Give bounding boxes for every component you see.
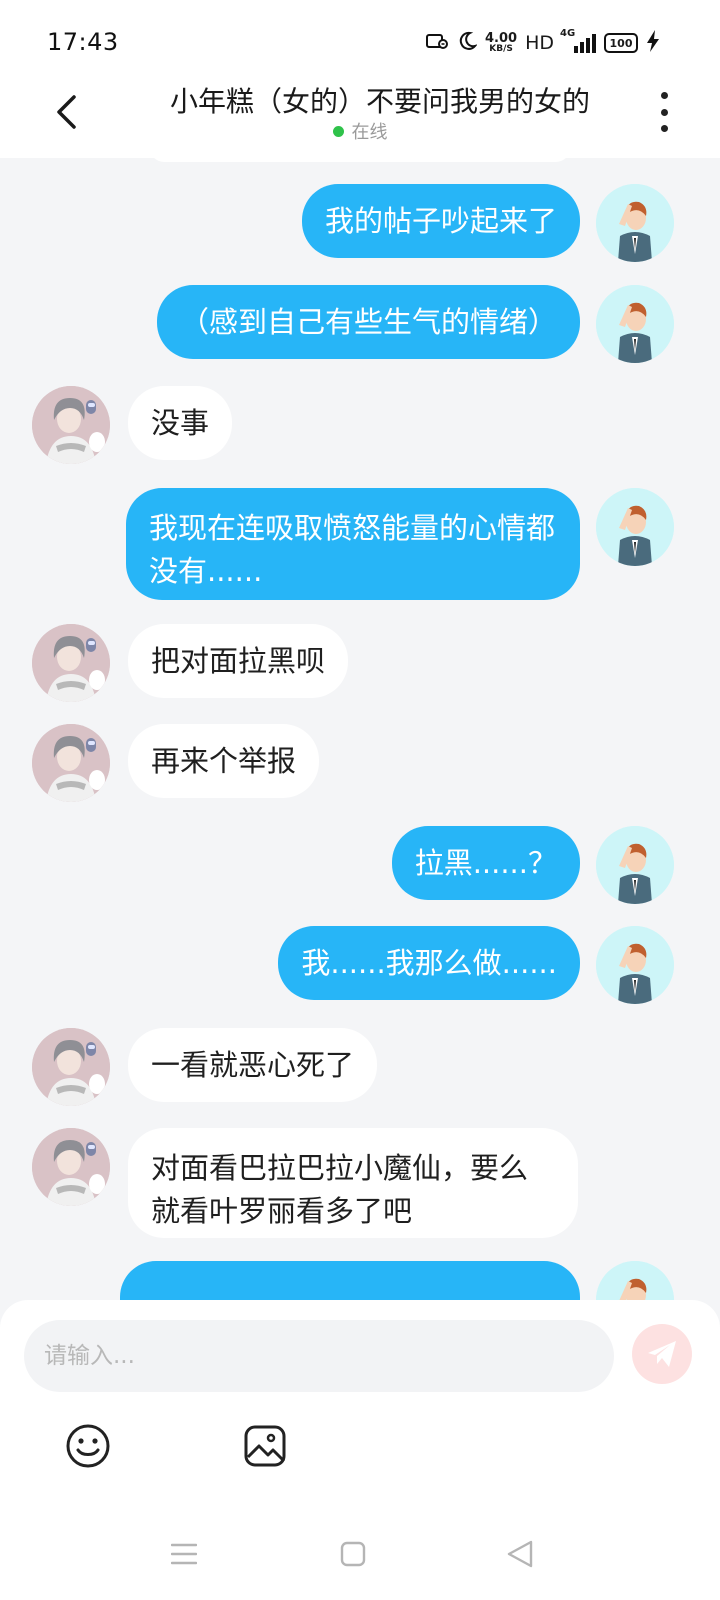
status-time: 17:43 xyxy=(47,28,119,56)
clipped-message xyxy=(150,158,570,162)
message-bubble[interactable]: 再来个举报 xyxy=(128,724,320,798)
system-nav-bar xyxy=(0,1520,720,1590)
message-bubble[interactable]: 对面看巴拉巴拉小魔仙，要么就看叶罗丽看多了吧 xyxy=(128,1128,578,1238)
menu-icon xyxy=(171,1543,197,1565)
message-bubble[interactable]: 我......我那么做...... xyxy=(278,926,580,1000)
my-avatar[interactable] xyxy=(596,184,674,262)
my-avatar[interactable] xyxy=(596,1261,674,1300)
status-icons: 4.00 KB/S HD 4G 100 xyxy=(425,28,660,58)
home-square-icon xyxy=(340,1541,366,1567)
my-avatar[interactable] xyxy=(596,826,674,904)
message-bubble[interactable]: 我现在连吸取愤怒能量的心情都没有...... xyxy=(126,488,580,600)
message-bubble[interactable]: 一看就恶心死了 xyxy=(128,1028,378,1102)
emoji-icon xyxy=(66,1424,110,1468)
my-avatar[interactable] xyxy=(596,285,674,363)
message-bubble[interactable]: 把对面拉黑呗 xyxy=(128,624,349,698)
battery-icon: 100 xyxy=(604,33,638,53)
message-input[interactable] xyxy=(24,1320,614,1392)
message-bubble[interactable]: 我的帖子吵起来了 xyxy=(301,184,580,258)
contact-avatar[interactable] xyxy=(32,724,110,802)
online-label: 在线 xyxy=(351,122,388,143)
screen-record-icon xyxy=(425,31,449,55)
my-avatar[interactable] xyxy=(596,488,674,566)
hd-indicator: HD xyxy=(525,32,554,54)
back-nav-button[interactable] xyxy=(500,1534,540,1574)
more-vertical-icon xyxy=(660,92,668,99)
back-triangle-icon xyxy=(507,1540,533,1568)
emoji-button[interactable] xyxy=(64,1422,112,1470)
message-bubble[interactable]: 没事 xyxy=(128,386,233,460)
image-button[interactable] xyxy=(241,1422,289,1470)
chat-screen: 17:43 4.00 KB/S HD 4G 100 小年糕（女的）不要问我男的女… xyxy=(0,0,720,1600)
contact-avatar[interactable] xyxy=(32,1028,110,1106)
contact-avatar[interactable] xyxy=(32,1128,110,1206)
contact-name: 小年糕（女的）不要问我男的女的 xyxy=(169,85,590,118)
more-options-button[interactable] xyxy=(652,92,676,132)
message-list[interactable]: 我的帖子吵起来了 （感到自己有些生气的情绪） 没事 我现在连吸取愤怒能量的心情都… xyxy=(0,158,720,1300)
contact-avatar[interactable] xyxy=(32,386,110,464)
send-icon xyxy=(648,1341,676,1367)
image-icon xyxy=(244,1425,286,1467)
status-bar: 17:43 4.00 KB/S HD 4G 100 xyxy=(0,0,720,80)
home-button[interactable] xyxy=(333,1534,373,1574)
my-avatar[interactable] xyxy=(596,926,674,1004)
send-button[interactable] xyxy=(632,1324,692,1384)
contact-avatar[interactable] xyxy=(32,624,110,702)
message-bubble[interactable]: 拉黑......？ xyxy=(391,826,580,900)
message-bubble[interactable] xyxy=(120,1261,580,1300)
message-bubble[interactable]: （感到自己有些生气的情绪） xyxy=(156,285,580,359)
moon-icon xyxy=(457,31,478,55)
charging-icon xyxy=(646,30,660,56)
network-speed: 4.00 KB/S xyxy=(485,31,518,54)
composer-panel xyxy=(0,1300,720,1600)
menu-button[interactable] xyxy=(164,1534,204,1574)
online-dot xyxy=(332,125,344,137)
online-status: 在线 xyxy=(0,118,720,144)
chat-header: 小年糕（女的）不要问我男的女的 在线 xyxy=(0,80,720,158)
signal-icon: 4G xyxy=(560,28,596,54)
